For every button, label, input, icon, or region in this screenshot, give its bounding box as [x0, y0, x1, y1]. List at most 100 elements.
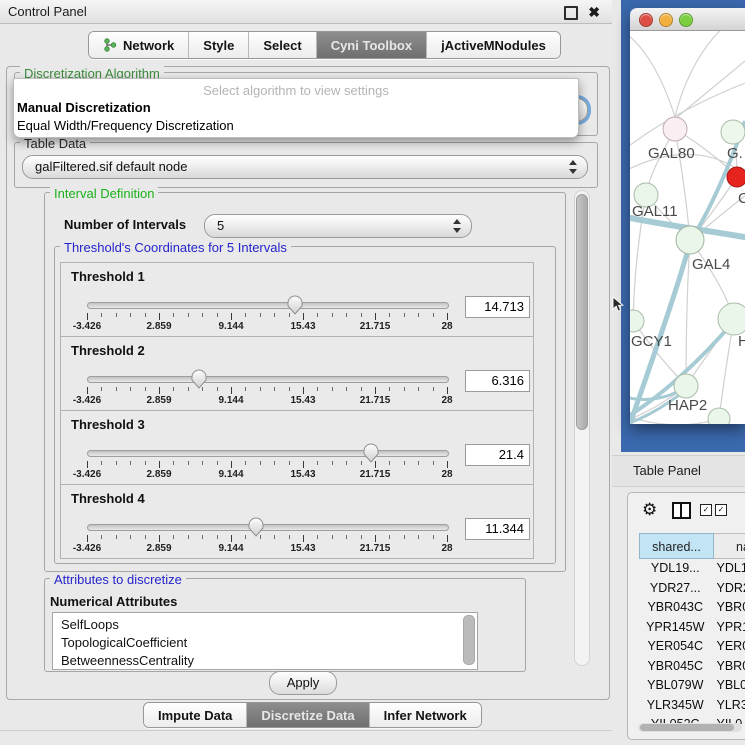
network-edge[interactable] [675, 31, 725, 117]
list-scrollbar-thumb[interactable] [463, 615, 475, 665]
cell-name[interactable]: YDL1 [712, 559, 745, 579]
slider-thumb[interactable] [247, 516, 265, 537]
threshold-panel: Threshold 4 -3.4262.8599.14415.4321.7152… [60, 484, 534, 559]
table-hscrollbar-track[interactable] [638, 723, 742, 732]
table-body: YDL19...YDL1YDR27...YDR2YBR043CYBR0YPR14… [639, 559, 745, 724]
table-hscrollbar-thumb[interactable] [640, 724, 734, 731]
numerical-attributes-list[interactable]: SelfLoopsTopologicalCoefficientBetweenne… [52, 612, 478, 670]
zoom-light-icon[interactable] [679, 13, 693, 27]
tick-label: 21.715 [360, 395, 391, 406]
tab-impute-data[interactable]: Impute Data [144, 703, 247, 727]
close-icon[interactable]: ✖ [588, 1, 600, 23]
tick-mark [87, 313, 88, 320]
tick-mark [418, 313, 419, 317]
table-row[interactable]: YBL079WYBL0 [639, 676, 745, 696]
dropdown-item-manual-discretization[interactable]: Manual Discretization [17, 100, 151, 115]
network-node[interactable] [630, 310, 644, 332]
table-row[interactable]: YDL19...YDL1 [639, 559, 745, 579]
table-row[interactable]: YPR145WYPR1 [639, 618, 745, 638]
list-item[interactable]: TopologicalCoefficient [53, 634, 477, 652]
cell-shared-name[interactable]: YDR27... [639, 579, 712, 599]
cell-name[interactable]: YBR0 [712, 598, 745, 618]
slider-track[interactable] [87, 302, 449, 309]
cell-name[interactable]: YLR3 [712, 696, 745, 716]
tab-select[interactable]: Select [249, 32, 316, 58]
slider-track[interactable] [87, 376, 449, 383]
network-node[interactable] [676, 226, 704, 254]
slider-track[interactable] [87, 524, 449, 531]
table-row[interactable]: YER054CYER0 [639, 637, 745, 657]
slider-track[interactable] [87, 450, 449, 457]
table-row[interactable]: YBR043CYBR0 [639, 598, 745, 618]
tab-network[interactable]: Network [89, 32, 189, 58]
mouse-cursor [612, 296, 624, 313]
cell-name[interactable]: YER0 [712, 637, 745, 657]
checkbox-pair-icon[interactable]: ✓ ✓ [700, 504, 727, 516]
network-node[interactable] [708, 408, 730, 424]
tick-mark [202, 461, 203, 465]
bottom-tab-strip: Impute Data Discretize Data Infer Networ… [143, 702, 482, 728]
settings-scrollbar-track[interactable] [574, 190, 590, 666]
threshold-value-field[interactable]: 11.344 [465, 518, 530, 540]
tab-style[interactable]: Style [189, 32, 249, 58]
network-canvas[interactable]: GAL80G.CGAL11GAL4GCY1HHAP2 [630, 31, 745, 424]
network-node[interactable] [718, 303, 745, 335]
threshold-value-field[interactable]: 14.713 [465, 296, 530, 318]
tab-discretize-data[interactable]: Discretize Data [247, 703, 369, 727]
cell-shared-name[interactable]: YER054C [639, 637, 712, 657]
slider-thumb[interactable] [190, 368, 208, 389]
slider-thumb[interactable] [286, 294, 304, 315]
cell-shared-name[interactable]: YPR145W [639, 618, 712, 638]
table-row[interactable]: YDR27...YDR2 [639, 579, 745, 599]
tick-mark [361, 313, 362, 317]
tick-mark [332, 535, 333, 539]
tick-mark [159, 387, 160, 394]
number-of-intervals-combobox[interactable]: 5 [204, 214, 472, 238]
table-row[interactable]: YBR045CYBR0 [639, 657, 745, 677]
tab-infer-network[interactable]: Infer Network [370, 703, 481, 727]
dropdown-item-equal-width-frequency[interactable]: Equal Width/Frequency Discretization [17, 118, 234, 133]
network-node[interactable] [727, 167, 745, 187]
network-window-titlebar[interactable] [630, 8, 745, 31]
threshold-value-field[interactable]: 21.4 [465, 444, 530, 466]
tab-cyni-toolbox[interactable]: Cyni Toolbox [317, 32, 427, 58]
list-item[interactable]: SelfLoops [53, 616, 477, 634]
tab-style-label: Style [203, 38, 234, 53]
float-window-icon[interactable] [564, 6, 578, 20]
cell-name[interactable]: YPR1 [712, 618, 745, 638]
cell-name[interactable]: YBR0 [712, 657, 745, 677]
cell-shared-name[interactable]: YLR345W [639, 696, 712, 716]
network-node[interactable] [721, 120, 745, 144]
cell-shared-name[interactable]: YDL19... [639, 559, 712, 579]
checkbox-icon: ✓ [700, 504, 712, 516]
cell-name[interactable]: YBL0 [712, 676, 745, 696]
column-header-name[interactable]: na [714, 533, 745, 559]
slider-ticks [87, 461, 448, 469]
cell-shared-name[interactable]: YBL079W [639, 676, 712, 696]
cell-shared-name[interactable]: YBR045C [639, 657, 712, 677]
tick-mark [217, 313, 218, 317]
apply-button[interactable]: Apply [269, 671, 337, 695]
minimize-light-icon[interactable] [659, 13, 673, 27]
table-row[interactable]: YLR345WYLR3 [639, 696, 745, 716]
gear-icon[interactable]: ⚙ [642, 500, 657, 520]
tick-mark [245, 461, 246, 465]
cell-shared-name[interactable]: YBR043C [639, 598, 712, 618]
column-header-shared-name[interactable]: shared... [639, 533, 714, 559]
close-light-icon[interactable] [639, 13, 653, 27]
network-node[interactable] [663, 117, 687, 141]
cell-name[interactable]: YDR2 [712, 579, 745, 599]
threshold-value-field[interactable]: 6.316 [465, 370, 530, 392]
tick-mark [332, 313, 333, 317]
settings-scrollbar-thumb[interactable] [576, 194, 588, 430]
slider-thumb[interactable] [362, 442, 380, 463]
tab-jactivemnodules[interactable]: jActiveMNodules [427, 32, 560, 58]
tab-network-label: Network [123, 38, 174, 53]
list-item[interactable]: BetweennessCentrality [53, 652, 477, 670]
network-node[interactable] [674, 374, 698, 398]
table-data-combobox[interactable]: galFiltered.sif default node [22, 155, 588, 179]
tick-mark [130, 313, 131, 317]
network-edge[interactable] [675, 61, 745, 119]
columns-icon[interactable] [672, 502, 691, 519]
network-edge[interactable] [630, 33, 675, 117]
